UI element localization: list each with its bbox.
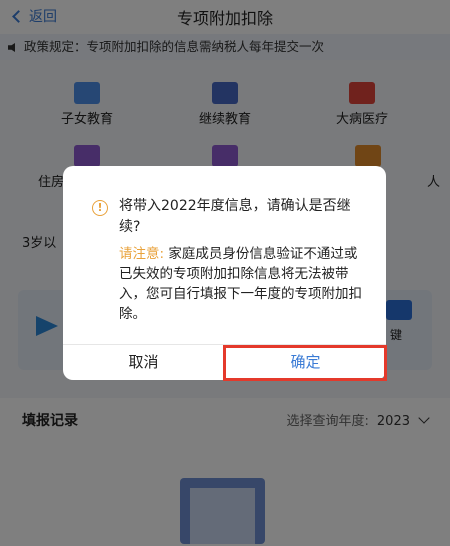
highlight-box [223,345,387,381]
dialog-note: 请注意: 家庭成员身份信息验证不通过或已失效的专项附加扣除信息将无法被带入，您可… [119,244,369,324]
warning-icon: ! [92,200,108,216]
note-label: 请注意: [119,246,165,262]
dialog-message: 将带入2022年度信息，请确认是否继续? [119,198,351,235]
cancel-button[interactable]: 取消 [63,344,224,380]
